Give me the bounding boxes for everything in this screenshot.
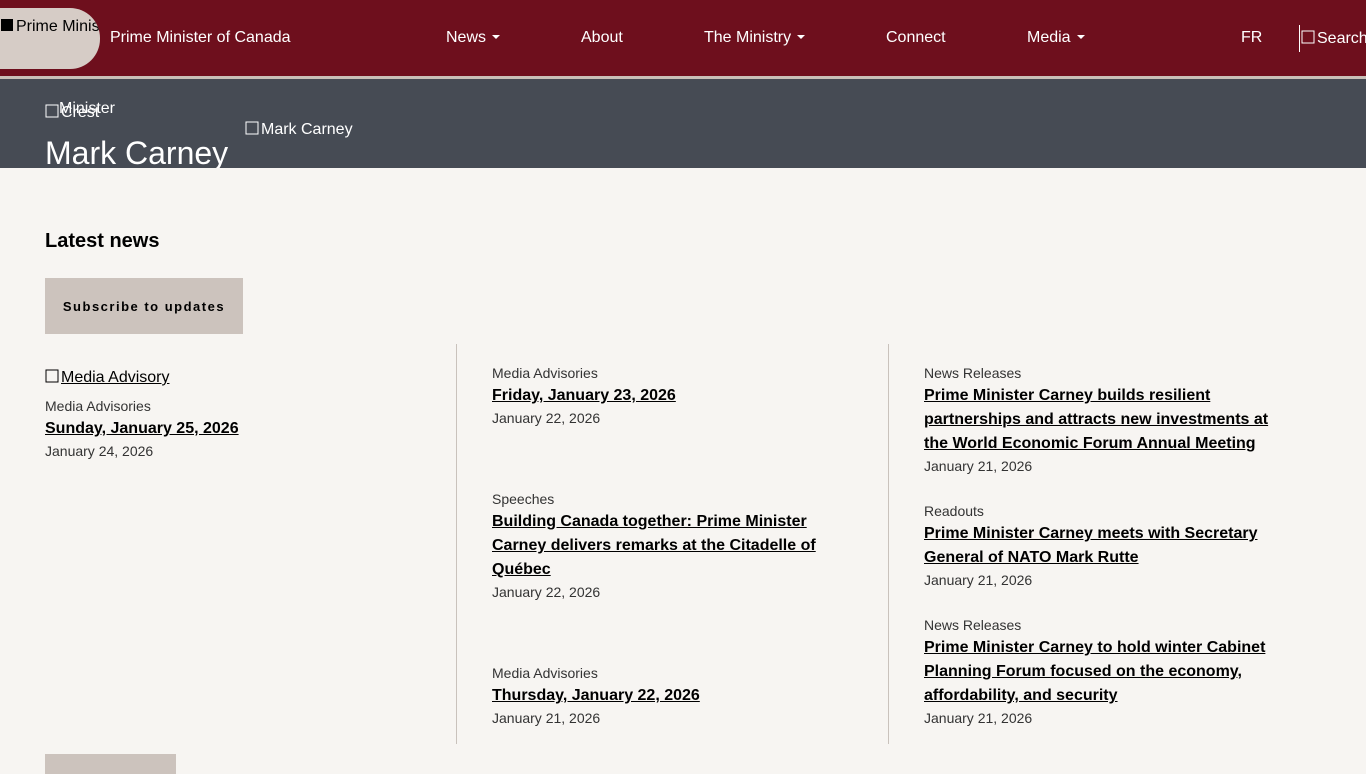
nav-media[interactable]: Media xyxy=(1027,29,1085,47)
language-toggle-link[interactable]: FR xyxy=(1241,29,1262,47)
broken-image-icon xyxy=(1301,30,1315,44)
crest-image: Crest Minister xyxy=(45,100,115,122)
nav-about[interactable]: About xyxy=(581,29,623,47)
nav-the-ministry-label: The Ministry xyxy=(704,29,792,46)
pm-photo-image: Mark Carney xyxy=(245,121,353,139)
more-news-button[interactable] xyxy=(45,754,176,774)
nav-news[interactable]: News xyxy=(446,29,501,47)
news-category: Readouts xyxy=(924,503,984,519)
featured-image-alt-text: Media Advisory xyxy=(61,369,170,386)
news-title-link[interactable]: Building Canada together: Prime Minister… xyxy=(492,510,842,582)
news-item: Media Advisories Thursday, January 22, 2… xyxy=(492,664,842,727)
chevron-down-icon xyxy=(492,35,501,39)
home-logo-link[interactable]: Prime Minister of Canada xyxy=(0,8,100,69)
featured-news-image-link[interactable]: Media Advisory xyxy=(45,369,170,387)
latest-news-heading: Latest news xyxy=(45,230,160,252)
news-title-link[interactable]: Prime Minister Carney to hold winter Cab… xyxy=(924,636,1276,708)
news-date: January 21, 2026 xyxy=(924,710,1033,726)
news-item: News Releases Prime Minister Carney to h… xyxy=(924,616,1276,727)
news-item: Readouts Prime Minister Carney meets wit… xyxy=(924,502,1276,589)
news-category: Media Advisories xyxy=(492,665,598,681)
news-date: January 21, 2026 xyxy=(924,458,1033,474)
news-category: Speeches xyxy=(492,491,555,507)
site-name-link[interactable]: Prime Minister of Canada xyxy=(110,29,291,47)
news-title-link[interactable]: Prime Minister Carney meets with Secreta… xyxy=(924,522,1276,570)
news-item: News Releases Prime Minister Carney buil… xyxy=(924,364,1276,475)
chevron-down-icon xyxy=(1076,35,1085,39)
search-alt-text: Search xyxy=(1317,30,1366,47)
news-title-link[interactable]: Thursday, January 22, 2026 xyxy=(492,684,842,708)
nav-connect[interactable]: Connect xyxy=(886,29,946,47)
search-icon: Search xyxy=(1301,30,1366,48)
news-date: January 22, 2026 xyxy=(492,584,601,600)
news-category: News Releases xyxy=(924,365,1022,381)
subscribe-button[interactable]: Subscribe to updates xyxy=(45,278,243,334)
news-category: Media Advisories xyxy=(492,365,598,381)
column-divider xyxy=(888,344,889,744)
broken-image-icon xyxy=(45,369,59,383)
pm-hero-banner: Crest Minister Mark Carney Mark Carney xyxy=(0,79,1366,168)
site-header: Prime Minister of Canada Prime Minister … xyxy=(0,0,1366,76)
logo-image: Prime Minister of Canada xyxy=(0,18,100,36)
news-item: Speeches Building Canada together: Prime… xyxy=(492,490,842,601)
news-title-link[interactable]: Prime Minister Carney builds resilient p… xyxy=(924,384,1276,456)
news-title-link[interactable]: Sunday, January 25, 2026 xyxy=(45,417,425,441)
nav-media-label: Media xyxy=(1027,29,1071,46)
news-date: January 22, 2026 xyxy=(492,410,601,426)
broken-image-icon xyxy=(245,121,259,135)
news-date: January 21, 2026 xyxy=(492,710,601,726)
broken-image-icon xyxy=(45,104,59,118)
news-item: Media Advisories Friday, January 23, 202… xyxy=(492,364,842,427)
chevron-down-icon xyxy=(797,35,806,39)
crest-alt-overlay-text: Minister xyxy=(59,100,116,117)
news-item: Media Advisories Sunday, January 25, 202… xyxy=(45,397,425,460)
column-divider xyxy=(456,344,457,744)
nav-the-ministry[interactable]: The Ministry xyxy=(704,29,806,47)
pm-photo-alt-text: Mark Carney xyxy=(261,121,353,138)
logo-alt-text: Prime Minister of Canada xyxy=(16,18,100,35)
pm-name-heading: Mark Carney xyxy=(45,135,229,168)
nav-news-label: News xyxy=(446,29,487,46)
news-category: Media Advisories xyxy=(45,398,151,414)
search-button[interactable]: Search xyxy=(1299,25,1366,52)
broken-image-icon xyxy=(1,19,13,31)
news-category: News Releases xyxy=(924,617,1022,633)
news-title-link[interactable]: Friday, January 23, 2026 xyxy=(492,384,842,408)
news-date: January 24, 2026 xyxy=(45,443,154,459)
news-date: January 21, 2026 xyxy=(924,572,1033,588)
